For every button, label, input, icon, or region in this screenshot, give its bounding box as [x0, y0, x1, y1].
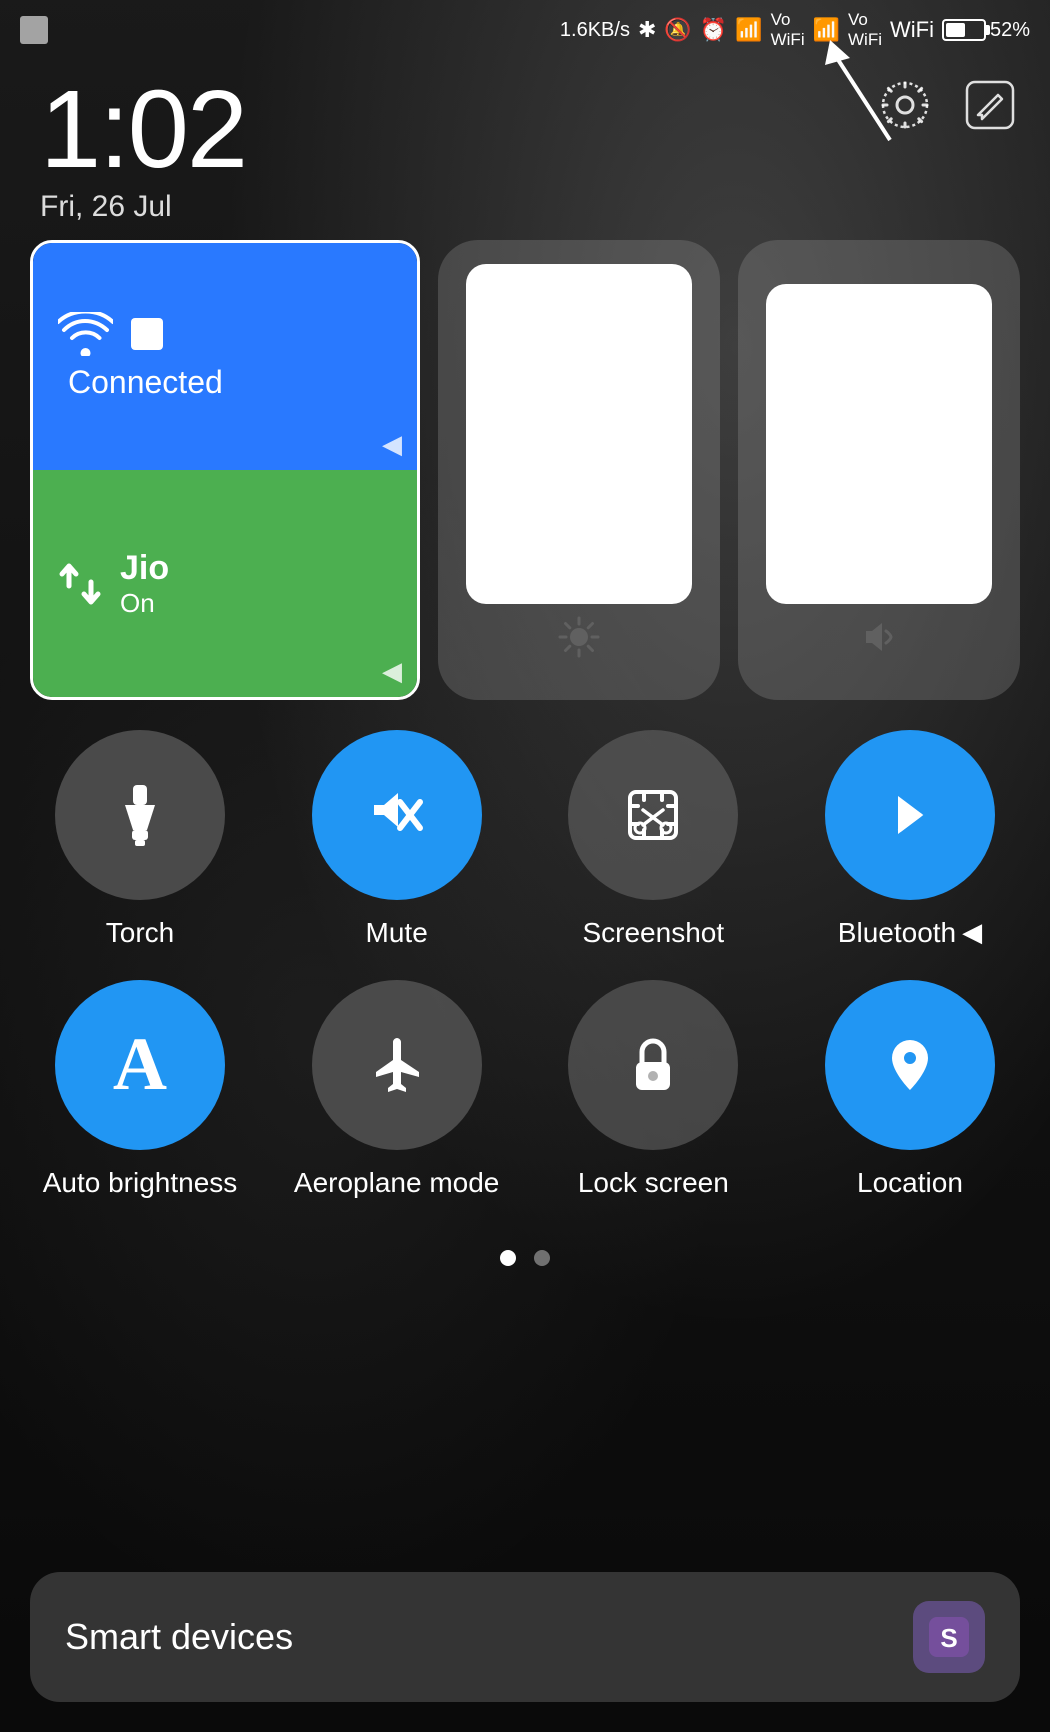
bluetooth-label: Bluetooth [838, 916, 956, 950]
clock-date: Fri, 26 Jul [40, 190, 246, 224]
location-label: Location [857, 1166, 963, 1200]
quick-tiles: Connected ◀ Jio On ◀ [30, 240, 1020, 700]
wifi-label: Connected [68, 364, 223, 401]
wifi-tile[interactable]: Connected ◀ [33, 243, 417, 470]
toggle-torch[interactable]: Torch [30, 730, 250, 950]
brightness-fill [466, 264, 692, 604]
carrier-name: Jio [120, 549, 169, 588]
mute-label: Mute [366, 916, 428, 950]
toggle-location[interactable]: Location [800, 980, 1020, 1200]
volume-icon [858, 616, 900, 658]
settings-button[interactable] [875, 75, 935, 135]
wifi-signal-icon [58, 312, 113, 356]
edit-button[interactable] [960, 75, 1020, 135]
bluetooth-circle [825, 730, 995, 900]
aeroplane-circle [312, 980, 482, 1150]
location-circle [825, 980, 995, 1150]
data-info: Jio On [120, 549, 169, 619]
signal-strength-corner: ◀ [382, 429, 402, 460]
toggle-aeroplane[interactable]: Aeroplane mode [287, 980, 507, 1200]
clock-time: 1:02 [40, 75, 246, 185]
smart-devices-icon: S [913, 1601, 985, 1673]
stop-icon [131, 318, 163, 350]
time-section: 1:02 Fri, 26 Jul [40, 75, 246, 224]
pagination [0, 1250, 1050, 1266]
status-left [20, 16, 180, 44]
lock-screen-circle [568, 980, 738, 1150]
battery-indicator: 52% [942, 19, 1030, 42]
svg-text:S: S [940, 1623, 957, 1653]
brightness-slider[interactable] [438, 240, 720, 700]
screenshot-circle [568, 730, 738, 900]
smart-devices-label: Smart devices [65, 1616, 293, 1658]
torch-label: Torch [106, 916, 174, 950]
lock-screen-label: Lock screen [578, 1166, 729, 1200]
alarm-icon: ⏰ [700, 17, 727, 43]
data-tile[interactable]: Jio On ◀ [33, 470, 417, 697]
toggle-auto-brightness[interactable]: A Auto brightness [30, 980, 250, 1200]
toggle-row-1: Torch Mute [30, 730, 1020, 950]
pagination-dot-2[interactable] [534, 1250, 550, 1266]
app-icon-square [20, 16, 48, 44]
brightness-icon [558, 616, 600, 658]
bluetooth-signal: ◀ [962, 917, 982, 948]
data-arrows-icon [58, 556, 102, 612]
toggle-row-2: A Auto brightness Aeroplane mode Lo [30, 980, 1020, 1200]
aeroplane-label: Aeroplane mode [294, 1166, 499, 1200]
battery-percent: 52% [990, 19, 1030, 42]
bluetooth-status-icon: ✱ [638, 17, 656, 43]
top-right-actions [875, 75, 1020, 135]
volume-fill [766, 284, 992, 604]
toggle-screenshot[interactable]: Screenshot [543, 730, 763, 950]
data-status: On [120, 588, 169, 619]
pagination-dot-1[interactable] [500, 1250, 516, 1266]
auto-brightness-icon: A [113, 1022, 167, 1108]
signal-icon: 📶 [735, 17, 762, 43]
signal-strength-data: ◀ [382, 656, 402, 687]
network-tile[interactable]: Connected ◀ Jio On ◀ [30, 240, 420, 700]
mute-circle [312, 730, 482, 900]
auto-brightness-circle: A [55, 980, 225, 1150]
volume-slider[interactable] [738, 240, 1020, 700]
screenshot-label: Screenshot [582, 916, 724, 950]
auto-brightness-label: Auto brightness [43, 1166, 238, 1200]
network-speed: 1.6KB/s [560, 19, 630, 42]
toggles-section: Torch Mute [30, 730, 1020, 1229]
toggle-mute[interactable]: Mute [287, 730, 507, 950]
mute-status-icon: 🔕 [664, 17, 691, 43]
torch-circle [55, 730, 225, 900]
toggle-bluetooth[interactable]: Bluetooth ◀ [800, 730, 1020, 950]
smart-devices-bar[interactable]: Smart devices S [30, 1572, 1020, 1702]
toggle-lock-screen[interactable]: Lock screen [543, 980, 763, 1200]
